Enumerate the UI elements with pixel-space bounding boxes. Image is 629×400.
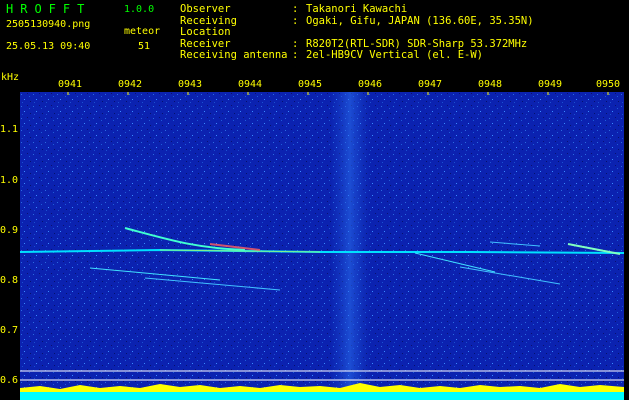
- y-tick-label: 0.9: [0, 225, 19, 236]
- noise-background: [20, 92, 624, 400]
- info-value: Takanori Kawachi: [306, 3, 408, 15]
- info-key: Observer: [180, 3, 231, 15]
- app-version: 1.0.0: [124, 4, 155, 15]
- y-tick-label: 0.8: [0, 275, 19, 286]
- station-info: Observer: Takanori Kawachi Receiving Loca…: [180, 3, 534, 62]
- y-axis-unit: kHz: [1, 72, 20, 83]
- info-row-observer: Observer: Takanori Kawachi: [180, 3, 408, 15]
- y-tick-label: 1.1: [0, 124, 19, 135]
- y-tick-label: 1.0: [0, 175, 19, 186]
- interference-band: [330, 92, 370, 400]
- y-tick-label: 0.6: [0, 375, 19, 386]
- y-tick-label: 0.7: [0, 325, 19, 336]
- x-tick-label: 0949: [538, 79, 563, 90]
- x-tick-label: 0947: [418, 79, 443, 90]
- meteor-count: 51: [138, 41, 151, 52]
- info-key: Receiving Location: [180, 14, 237, 38]
- capture-datetime: 25.05.13 09:40: [6, 41, 91, 52]
- spectrogram-plot: [20, 92, 624, 400]
- x-tick-label: 0945: [298, 79, 323, 90]
- info-value: 2el-HB9CV Vertical (el. E-W): [306, 49, 484, 61]
- info-value: Ogaki, Gifu, JAPAN (136.60E, 35.35N): [306, 14, 534, 27]
- x-tick-label: 0944: [238, 79, 263, 90]
- x-tick-label: 0941: [58, 79, 83, 90]
- app-title: HROFFT: [6, 2, 92, 16]
- info-row-antenna: Receiving antenna:2el-HB9CV Vertical (el…: [180, 49, 484, 61]
- x-tick-label: 0946: [358, 79, 383, 90]
- spectrogram-svg: [20, 92, 624, 400]
- info-row-location: Receiving Location: Ogaki, Gifu, JAPAN (1…: [180, 14, 534, 38]
- image-filename: 2505130940.png: [6, 19, 91, 30]
- x-tick-label: 0943: [178, 79, 203, 90]
- info-key: Receiving antenna: [180, 49, 288, 61]
- header-left: HROFFT 1.0.0 2505130940.png meteor 25.05…: [0, 0, 165, 60]
- x-tick-label: 0942: [118, 79, 143, 90]
- x-tick-label: 0950: [596, 79, 621, 90]
- meteor-label: meteor: [124, 26, 161, 37]
- x-tick-label: 0948: [478, 79, 503, 90]
